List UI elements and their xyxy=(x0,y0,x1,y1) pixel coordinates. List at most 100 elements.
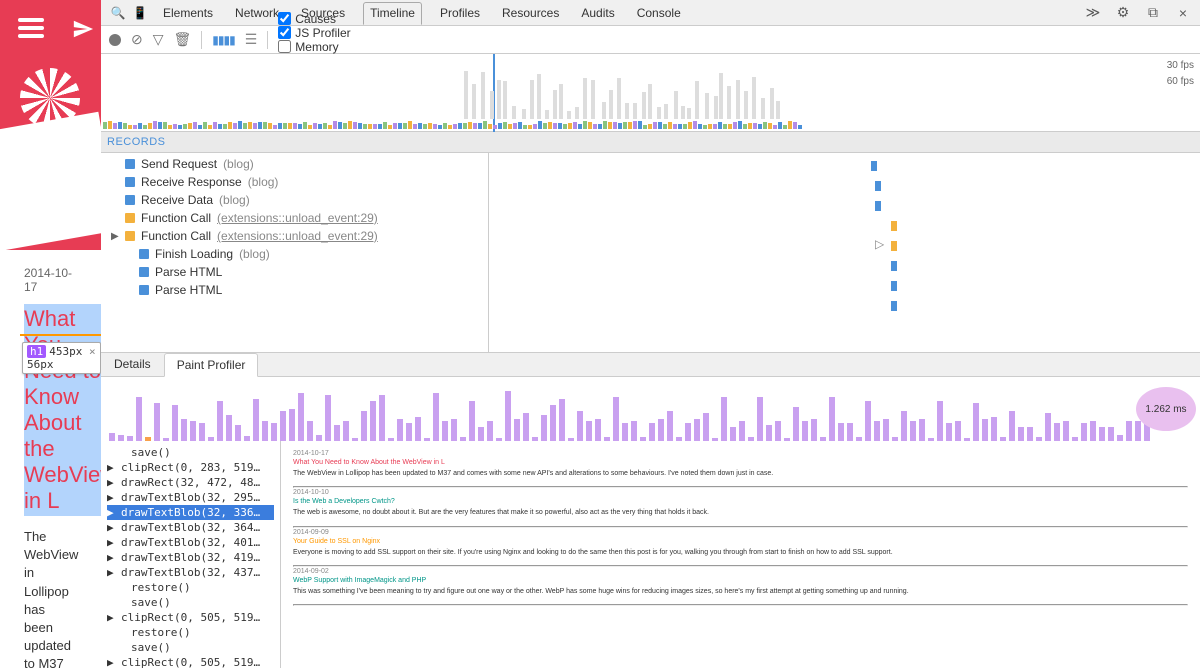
paint-bar[interactable] xyxy=(847,423,853,441)
paint-bar[interactable] xyxy=(262,421,268,441)
paint-bar[interactable] xyxy=(271,423,277,441)
paint-bar[interactable] xyxy=(811,419,817,441)
paint-bar[interactable] xyxy=(757,397,763,441)
paint-bar[interactable] xyxy=(442,421,448,441)
paint-log-line[interactable]: ▶clipRect(0, 505, 519… xyxy=(107,610,274,625)
devtools-tab-resources[interactable]: Resources xyxy=(498,2,563,24)
records-flame[interactable]: ▷ xyxy=(489,153,1200,352)
paint-bar[interactable] xyxy=(667,411,673,441)
paint-bar[interactable] xyxy=(604,437,610,441)
paint-bar[interactable] xyxy=(1063,421,1069,441)
record-item[interactable]: Receive Data (blog) xyxy=(111,191,488,209)
paint-bar[interactable] xyxy=(820,437,826,441)
paint-log-line[interactable]: ▶clipRect(0, 283, 519… xyxy=(107,460,274,475)
paint-bar[interactable] xyxy=(748,437,754,441)
paint-log-line[interactable]: ▶drawTextBlob(32, 437… xyxy=(107,565,274,580)
paint-bar[interactable] xyxy=(253,399,259,441)
paint-profiler-chart[interactable]: 1.262 ms xyxy=(101,377,1200,441)
paint-bar[interactable] xyxy=(577,411,583,441)
paint-log-line[interactable]: save() xyxy=(107,595,274,610)
paint-log-line[interactable]: ▶drawRect(32, 472, 48… xyxy=(107,475,274,490)
paint-bar[interactable] xyxy=(298,393,304,441)
paint-bar[interactable] xyxy=(856,437,862,441)
check-memory[interactable]: Memory xyxy=(278,40,350,54)
check-causes[interactable]: Causes xyxy=(278,12,350,26)
paint-bar[interactable] xyxy=(910,421,916,441)
menu-icon[interactable] xyxy=(18,18,44,38)
paint-bar[interactable] xyxy=(955,421,961,441)
paint-bar[interactable] xyxy=(1027,427,1033,441)
paint-bar[interactable] xyxy=(595,419,601,441)
list-view-icon[interactable]: ☰ xyxy=(245,31,258,48)
record-item[interactable]: Finish Loading (blog) xyxy=(111,245,488,263)
device-icon[interactable]: 📱 xyxy=(129,6,151,20)
paint-bar[interactable] xyxy=(685,423,691,441)
paint-bar[interactable] xyxy=(163,438,169,441)
paint-bar[interactable] xyxy=(334,425,340,441)
paint-bar[interactable] xyxy=(208,437,214,441)
sub-tab-details[interactable]: Details xyxy=(101,352,164,376)
paint-bar[interactable] xyxy=(118,435,124,441)
paint-bar[interactable] xyxy=(505,391,511,441)
paint-log-line[interactable]: save() xyxy=(107,640,274,655)
paint-bar[interactable] xyxy=(568,438,574,441)
paint-bar[interactable] xyxy=(1108,427,1114,441)
paint-bar[interactable] xyxy=(982,419,988,441)
paint-bar[interactable] xyxy=(433,393,439,441)
paint-bar[interactable] xyxy=(289,409,295,441)
paint-bar[interactable] xyxy=(919,419,925,441)
paint-log-line[interactable]: restore() xyxy=(107,625,274,640)
paint-log[interactable]: save()▶clipRect(0, 283, 519…▶drawRect(32… xyxy=(101,441,281,668)
paint-bar[interactable] xyxy=(1045,413,1051,441)
paint-bar[interactable] xyxy=(829,397,835,441)
check-js-profiler[interactable]: JS Profiler xyxy=(278,26,350,40)
paint-bar[interactable] xyxy=(532,437,538,441)
record-icon[interactable] xyxy=(109,34,121,46)
step-icon[interactable]: ▷ xyxy=(875,237,884,251)
paint-bar[interactable] xyxy=(1117,435,1123,441)
paint-bar[interactable] xyxy=(244,436,250,441)
paint-bar[interactable] xyxy=(784,438,790,441)
paint-bar[interactable] xyxy=(649,423,655,441)
paint-bar[interactable] xyxy=(1036,437,1042,441)
paint-bar[interactable] xyxy=(370,401,376,441)
paint-bar[interactable] xyxy=(406,423,412,441)
paint-bar[interactable] xyxy=(892,437,898,441)
paint-log-line[interactable]: ▶drawTextBlob(32, 401… xyxy=(107,535,274,550)
paint-log-line[interactable]: ▶drawTextBlob(32, 336… xyxy=(107,505,274,520)
paint-bar[interactable] xyxy=(676,437,682,441)
paint-log-line[interactable]: ▶drawTextBlob(32, 295… xyxy=(107,490,274,505)
dock-icon[interactable]: ⧉ xyxy=(1142,4,1164,21)
sub-tab-paint-profiler[interactable]: Paint Profiler xyxy=(164,353,259,377)
devtools-tab-console[interactable]: Console xyxy=(633,2,685,24)
paint-bar[interactable] xyxy=(775,421,781,441)
paint-bar[interactable] xyxy=(586,421,592,441)
paint-bar[interactable] xyxy=(226,415,232,441)
inspect-icon[interactable]: 🔍 xyxy=(107,6,129,20)
devtools-tab-profiles[interactable]: Profiles xyxy=(436,2,484,24)
paint-bar[interactable] xyxy=(307,421,313,441)
paint-bar[interactable] xyxy=(1090,421,1096,441)
paint-bar[interactable] xyxy=(1009,411,1015,441)
paint-bar[interactable] xyxy=(424,438,430,441)
record-item[interactable]: Parse HTML xyxy=(111,281,488,299)
paint-bar[interactable] xyxy=(451,419,457,441)
paint-bar[interactable] xyxy=(235,425,241,441)
paint-bar[interactable] xyxy=(280,411,286,441)
paint-bar[interactable] xyxy=(199,423,205,441)
paint-log-line[interactable]: save() xyxy=(107,445,274,460)
paint-bar[interactable] xyxy=(712,438,718,441)
paint-bar[interactable] xyxy=(739,421,745,441)
post[interactable]: 2014-10-17What You Need to Know About th… xyxy=(24,266,77,668)
filter-icon[interactable]: ▽ xyxy=(153,31,164,48)
paint-bar[interactable] xyxy=(460,437,466,441)
paint-bar[interactable] xyxy=(937,401,943,441)
paint-bar[interactable] xyxy=(1126,421,1132,441)
paint-bar[interactable] xyxy=(1072,437,1078,441)
paint-bar[interactable] xyxy=(316,435,322,441)
paint-bar[interactable] xyxy=(541,415,547,441)
records-list[interactable]: Send Request (blog)Receive Response (blo… xyxy=(101,153,489,352)
paint-bar[interactable] xyxy=(172,405,178,441)
paint-bar[interactable] xyxy=(181,419,187,441)
paint-bar[interactable] xyxy=(523,413,529,441)
